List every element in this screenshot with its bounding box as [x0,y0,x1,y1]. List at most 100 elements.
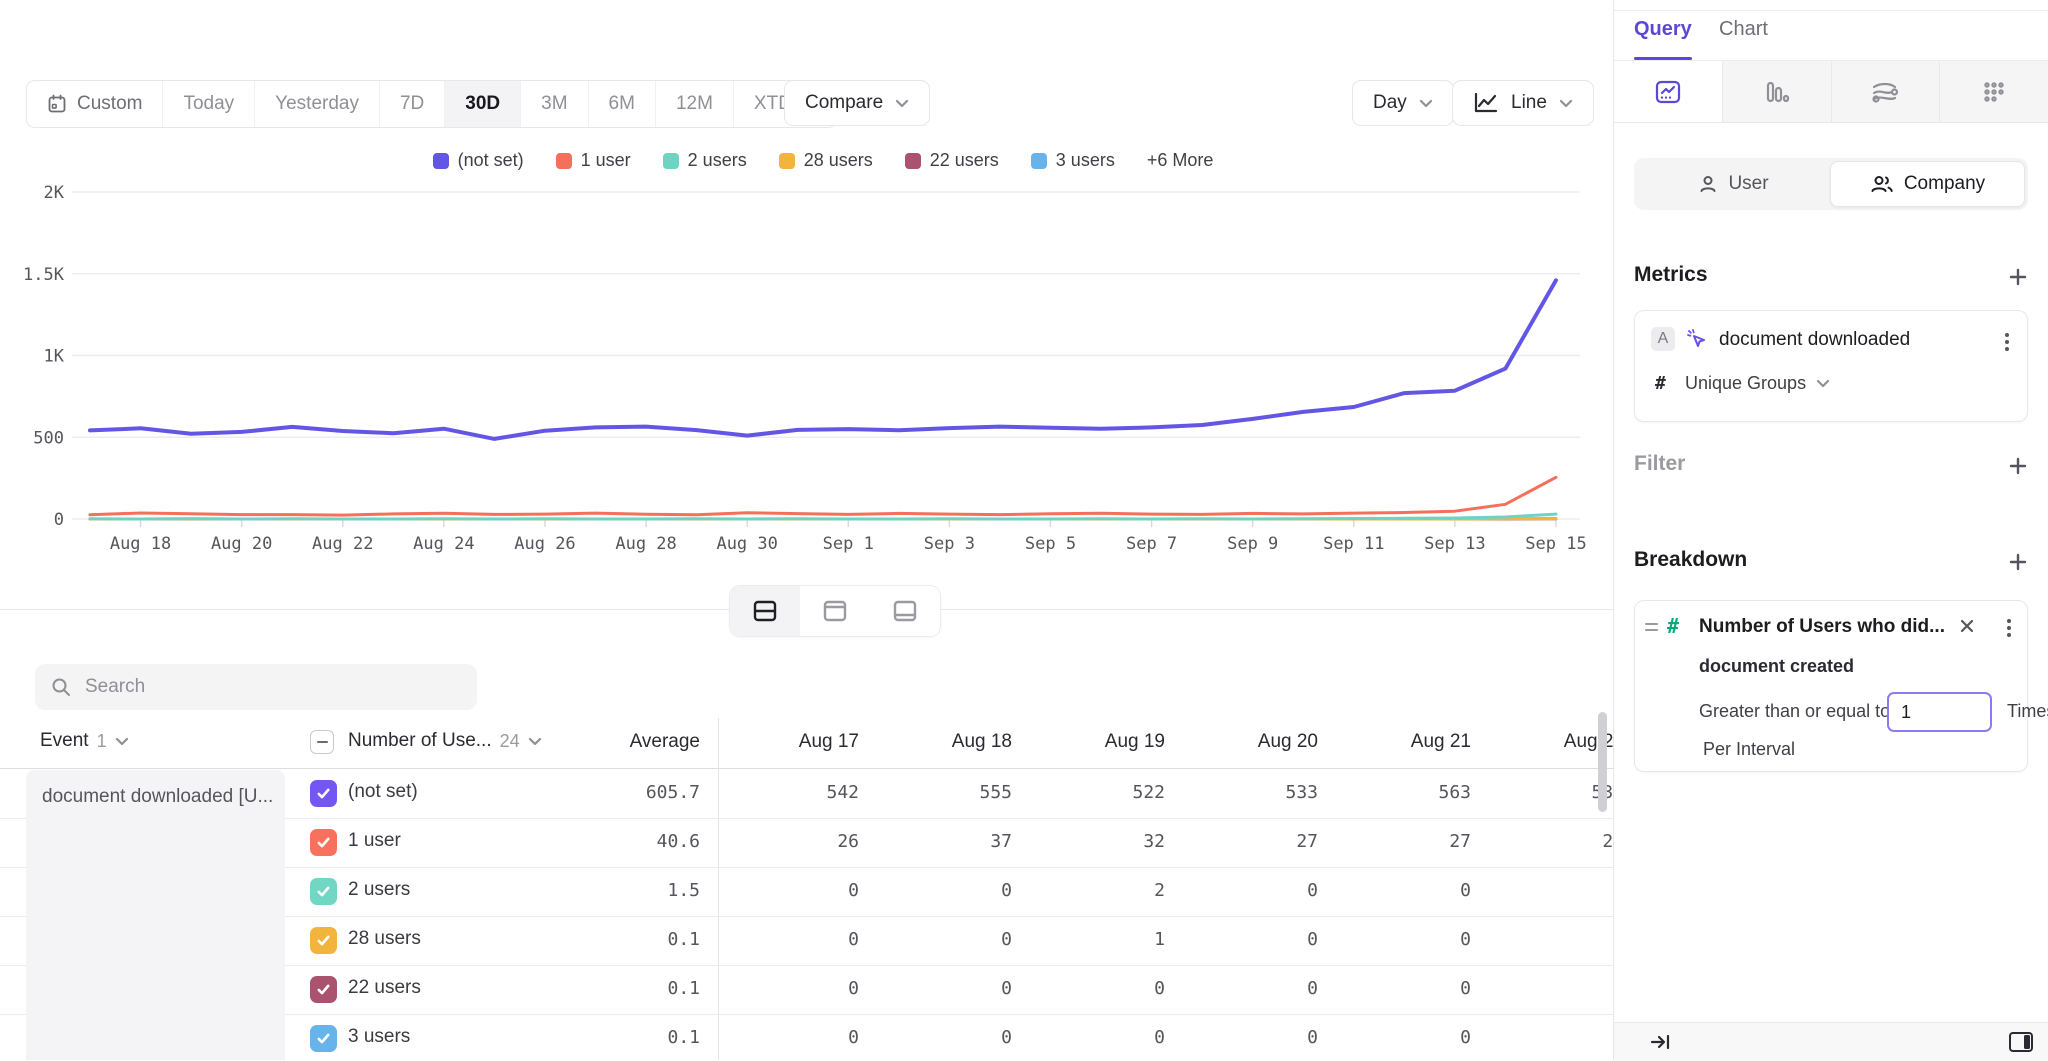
plus-icon [2009,553,2027,571]
row-checkbox[interactable] [310,780,337,807]
chart-type-tabs [1614,60,2048,123]
breakdown-condition-label: Greater than or equal to [1699,701,1890,722]
event-click-icon [1685,327,1709,351]
breakdown-menu-icon[interactable] [2003,615,2015,641]
layout-split-button[interactable] [730,586,800,636]
breakdown-card[interactable]: # Number of Users who did... document cr… [1634,600,2028,772]
group-header-count: 24 [500,731,520,752]
row-value-cell: 1 [1026,929,1165,950]
row-label: (not set) [348,781,418,803]
add-breakdown-button[interactable] [2004,548,2032,576]
metric-menu-icon[interactable] [2001,329,2013,355]
average-column-header: Average [560,731,700,753]
group-header-label: Number of Use... [348,730,492,752]
row-value-cell: 530 [1485,782,1613,803]
times-value-input[interactable] [1887,692,1992,732]
tab-query[interactable]: Query [1634,18,1692,41]
row-checkbox[interactable] [310,829,337,856]
chart-type-flow-tab[interactable] [1831,61,1940,122]
row-average: 0.1 [560,978,700,999]
line-chart-icon [1655,80,1681,104]
scope-user-option[interactable]: User [1637,161,1830,207]
row-value-cell: 555 [873,782,1012,803]
event-header-count: 1 [97,731,107,752]
row-value-cell: 0 [873,929,1012,950]
search-input[interactable] [83,675,461,699]
metric-badge: A [1651,327,1675,351]
x-axis-label: Aug 20 [211,534,272,554]
row-value-cell: 0 [1485,1027,1613,1048]
row-average: 0.1 [560,929,700,950]
measure-label: Unique Groups [1685,373,1806,394]
x-axis-label: Sep 5 [1025,534,1076,554]
breakdown-title: Number of Users who did... [1699,616,1949,638]
layout-table-only-button[interactable] [870,586,940,636]
row-checkbox[interactable] [310,1025,337,1052]
row-value-cell: 0 [720,880,859,901]
check-icon [316,884,331,899]
collapse-panel-icon[interactable] [1650,1033,1672,1051]
measure-selector[interactable]: Unique Groups [1685,373,1830,394]
query-panel: Query Chart [1613,0,2048,1060]
chart-type-grid-tab[interactable] [1939,61,2048,122]
row-value-cell: 0 [873,978,1012,999]
row-value-cell: 0 [1026,1027,1165,1048]
row-checkbox[interactable] [310,976,337,1003]
table-header: Event 1 Number of Use... 24 Average Aug … [0,718,1613,769]
row-value-cell: 0 [1179,880,1318,901]
y-axis-label: 1K [44,347,65,367]
event-cell[interactable]: document downloaded [U... [26,770,285,1060]
x-axis-label: Aug 18 [110,534,171,554]
date-column-header: Aug 19 [1026,731,1165,753]
row-value-cell: 0 [1026,978,1165,999]
company-icon [1870,174,1894,194]
flow-chart-icon [1871,80,1899,104]
x-axis-label: Sep 11 [1323,534,1384,554]
scope-company-option[interactable]: Company [1830,161,2025,207]
check-icon [316,933,331,948]
event-column-header[interactable]: Event 1 [40,730,129,752]
row-checkbox[interactable] [310,927,337,954]
metric-card[interactable]: A document downloaded # Unique Groups [1634,310,2028,422]
x-axis-label: Sep 7 [1126,534,1177,554]
row-label: 3 users [348,1026,410,1048]
toggle-sidebar-icon[interactable] [2008,1030,2034,1054]
row-value-cell: 27 [1332,831,1471,852]
x-axis-label: Sep 1 [823,534,874,554]
chart-type-line-tab[interactable] [1614,61,1722,122]
row-checkbox[interactable] [310,878,337,905]
date-column-header: Aug 20 [1179,731,1318,753]
row-average: 605.7 [560,782,700,803]
x-axis-label: Sep 3 [924,534,975,554]
select-all-checkbox[interactable] [310,730,334,754]
tab-chart[interactable]: Chart [1719,18,1768,41]
date-column-header: Aug 17 [720,731,859,753]
series-line--not-set- [90,280,1556,439]
row-label: 2 users [348,879,410,901]
row-value-cell: 0 [873,880,1012,901]
add-metric-button[interactable] [2004,263,2032,291]
table-scrollbar[interactable] [1598,712,1607,812]
x-axis-label: Aug 22 [312,534,373,554]
main-area: CustomTodayYesterday7D30D3M6M12MXTD Comp… [0,0,1613,1060]
x-axis-label: Aug 30 [716,534,777,554]
layout-chart-only-button[interactable] [800,586,870,636]
breakdown-interval-label[interactable]: Per Interval [1703,739,1795,760]
breakdown-heading: Breakdown [1634,548,1747,572]
row-value-cell: 0 [1332,978,1471,999]
close-icon[interactable] [1959,618,1975,634]
row-value-cell: 26 [1485,831,1613,852]
add-filter-button[interactable] [2004,452,2032,480]
row-value-cell: 0 [1179,929,1318,950]
row-value-cell: 32 [1026,831,1165,852]
row-average: 0.1 [560,1027,700,1048]
group-column-header[interactable]: Number of Use... 24 [348,730,542,752]
drag-handle-icon[interactable] [1645,623,1658,631]
check-icon [316,835,331,850]
row-value-cell: 0 [720,978,859,999]
bar-chart-icon [1764,80,1790,104]
y-axis-label: 2K [44,183,65,203]
row-value-cell: 0 [1332,1027,1471,1048]
chart-type-bar-tab[interactable] [1722,61,1831,122]
event-cell-label: document downloaded [U... [26,770,285,808]
